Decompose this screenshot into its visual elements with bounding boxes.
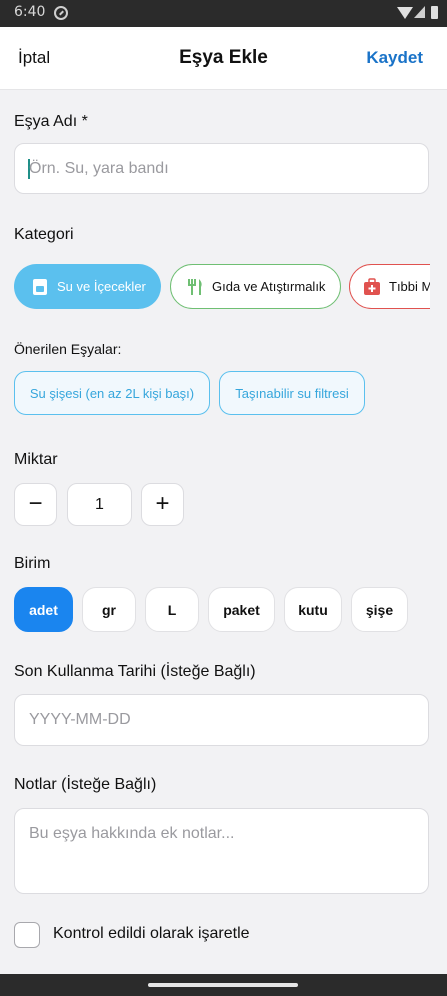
status-bar: 6:40 <box>0 0 447 27</box>
unit-option-kutu[interactable]: kutu <box>284 587 342 632</box>
signal-icon <box>414 6 425 18</box>
battery-icon <box>431 6 438 19</box>
navigation-bar <box>0 974 447 996</box>
checked-checkbox[interactable] <box>14 922 40 948</box>
category-chip-label: Gıda ve Atıştırmalık <box>212 279 326 294</box>
item-name-label: Eşya Adı * <box>14 113 88 130</box>
category-chip-row[interactable]: Su ve İçecekler Gıda ve Atıştırmalık Tıb… <box>14 264 430 309</box>
cup-icon <box>31 278 49 296</box>
quantity-decrement-button[interactable]: − <box>14 483 57 526</box>
cancel-button[interactable]: İptal <box>18 48 50 68</box>
category-chip-food[interactable]: Gıda ve Atıştırmalık <box>170 264 341 309</box>
suggested-item-water-filter[interactable]: Taşınabilir su filtresi <box>219 371 365 415</box>
item-name-input[interactable]: Örn. Su, yara bandı <box>14 143 429 194</box>
notes-placeholder: Bu eşya hakkında ek notlar... <box>29 825 235 842</box>
unit-option-gr[interactable]: gr <box>82 587 136 632</box>
unit-label: Birim <box>14 555 51 572</box>
suggested-item-label: Taşınabilir su filtresi <box>235 385 349 401</box>
unit-option-paket[interactable]: paket <box>208 587 275 632</box>
unit-option-adet[interactable]: adet <box>14 587 73 632</box>
save-button[interactable]: Kaydet <box>366 48 423 68</box>
unit-option-l[interactable]: L <box>145 587 199 632</box>
category-chip-medical[interactable]: Tıbbi Malzemeler <box>349 264 430 309</box>
notes-textarea[interactable]: Bu eşya hakkında ek notlar... <box>14 808 429 894</box>
quantity-label: Miktar <box>14 451 58 468</box>
quantity-increment-button[interactable]: + <box>141 483 184 526</box>
medkit-icon <box>363 277 381 296</box>
status-time: 6:40 <box>14 4 46 20</box>
category-chip-label: Tıbbi Malzemeler <box>389 279 430 294</box>
header: İptal Eşya Ekle Kaydet <box>0 27 447 90</box>
suggested-label: Önerilen Eşyalar: <box>14 341 122 357</box>
home-gesture-handle[interactable] <box>148 983 298 987</box>
fork-knife-icon <box>186 278 204 296</box>
category-label: Kategori <box>14 226 74 243</box>
quantity-input[interactable]: 1 <box>67 483 132 526</box>
checked-label[interactable]: Kontrol edildi olarak işaretle <box>53 925 250 943</box>
unit-option-sise[interactable]: şişe <box>351 587 408 632</box>
notes-label: Notlar (İsteğe Bağlı) <box>14 776 157 793</box>
do-not-disturb-icon <box>54 6 68 20</box>
suggested-item-label: Su şişesi (en az 2L kişi başı) <box>29 385 195 401</box>
item-name-placeholder: Örn. Su, yara bandı <box>29 160 169 177</box>
expiry-placeholder: YYYY-MM-DD <box>29 711 131 728</box>
expiry-label: Son Kullanma Tarihi (İsteğe Bağlı) <box>14 663 256 680</box>
category-chip-drinks[interactable]: Su ve İçecekler <box>14 264 161 309</box>
expiry-date-input[interactable]: YYYY-MM-DD <box>14 694 429 746</box>
suggested-item-water-bottle[interactable]: Su şişesi (en az 2L kişi başı) <box>14 371 210 415</box>
wifi-icon <box>397 7 413 19</box>
category-chip-label: Su ve İçecekler <box>57 279 146 294</box>
